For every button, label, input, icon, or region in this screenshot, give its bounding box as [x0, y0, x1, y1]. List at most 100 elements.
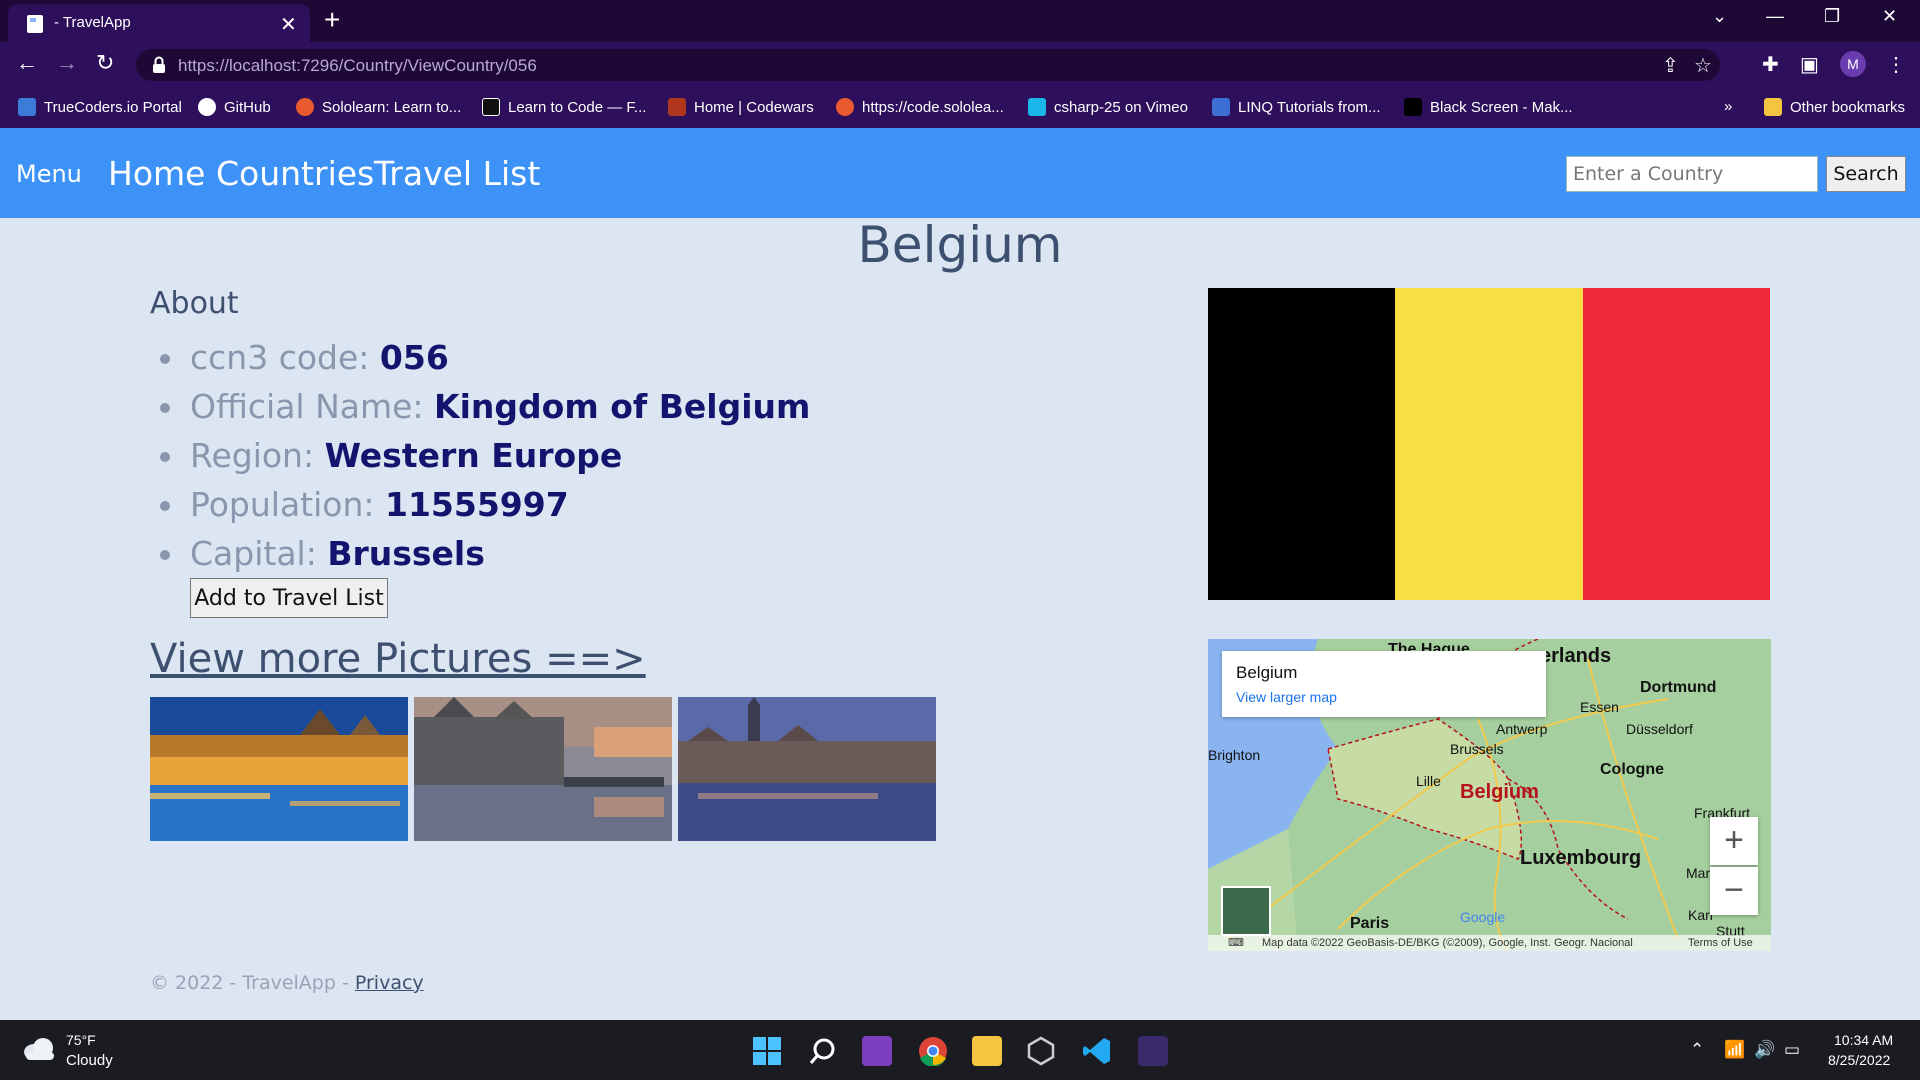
view-larger-map-link[interactable]: View larger map — [1236, 689, 1337, 705]
wifi-icon[interactable]: 📶 — [1724, 1040, 1745, 1060]
unity-icon[interactable] — [1026, 1036, 1056, 1066]
file-explorer-icon[interactable] — [972, 1036, 1002, 1066]
profile-avatar[interactable]: M — [1840, 51, 1866, 77]
clock-date[interactable]: 8/25/2022 — [1828, 1052, 1890, 1068]
city-photo-2[interactable] — [414, 697, 672, 841]
side-panel-icon[interactable]: ▣ — [1800, 52, 1819, 77]
nav-home[interactable]: Home — [108, 154, 205, 193]
other-bookmarks[interactable]: Other bookmarks — [1764, 98, 1905, 116]
bookmark-black-screen[interactable]: Black Screen - Mak... — [1404, 98, 1573, 116]
fact-value: 11555997 — [385, 485, 569, 524]
map-label-brussels: Brussels — [1450, 741, 1504, 757]
more-bookmarks-icon[interactable]: » — [1724, 98, 1732, 115]
zoom-in-button[interactable]: + — [1710, 817, 1758, 865]
bookmark-label: https://code.sololea... — [862, 99, 1004, 116]
bookmark-star-icon[interactable]: ☆ — [1694, 53, 1712, 78]
terms-of-use-link[interactable]: Terms of Use — [1688, 937, 1753, 949]
clock-time[interactable]: 10:34 AM — [1834, 1032, 1893, 1048]
zoom-out-button[interactable]: − — [1710, 867, 1758, 915]
black-screen-icon — [1404, 98, 1422, 116]
bookmark-sololearn[interactable]: Sololearn: Learn to... — [296, 98, 461, 116]
bookmark-codewars[interactable]: Home | Codewars — [668, 98, 814, 116]
fact-label: Population: — [190, 485, 385, 524]
city-photo-1[interactable] — [150, 697, 408, 841]
search-button[interactable]: Search — [1826, 156, 1906, 192]
freecodecamp-icon — [482, 98, 500, 116]
bookmark-label: Sololearn: Learn to... — [322, 99, 462, 116]
bookmark-label: Black Screen - Mak... — [1430, 99, 1573, 116]
page-title: Belgium — [857, 216, 1063, 274]
fact-value: Kingdom of Belgium — [434, 387, 811, 426]
forward-icon[interactable]: → — [56, 50, 78, 76]
folder-icon — [1764, 98, 1782, 116]
privacy-link[interactable]: Privacy — [355, 972, 424, 994]
map-label-luxembourg: Luxembourg — [1520, 847, 1642, 869]
nav-travel-list[interactable]: Travel List — [374, 154, 540, 193]
visual-studio-icon[interactable] — [862, 1036, 892, 1066]
map-label-dortmund: Dortmund — [1640, 679, 1717, 696]
map-label-dusseldorf: Düsseldorf — [1626, 721, 1693, 737]
fact-value: Western Europe — [324, 436, 623, 475]
embedded-map[interactable]: The Hague erlands Dortmund Essen Antwerp… — [1208, 639, 1771, 951]
page-icon — [27, 15, 43, 33]
cloud-icon[interactable] — [22, 1036, 56, 1062]
map-label-paris: Paris — [1350, 915, 1390, 932]
tab-close-icon[interactable]: ✕ — [280, 12, 297, 37]
bookmark-vimeo[interactable]: csharp-25 on Vimeo — [1028, 98, 1188, 116]
chrome-icon[interactable] — [918, 1036, 948, 1066]
browser-tab-bar: - TravelApp ✕ + ⌄ — ❐ ✕ — [0, 0, 1920, 42]
sololearn-icon — [296, 98, 314, 116]
tab-search-icon[interactable]: ⌄ — [1712, 6, 1727, 27]
site-footer: © 2022 - TravelApp - Privacy — [150, 972, 424, 994]
bookmark-sololearn-code[interactable]: https://code.sololea... — [836, 98, 1004, 116]
back-icon[interactable]: ← — [16, 50, 38, 76]
bookmark-freecodecamp[interactable]: Learn to Code — F... — [482, 98, 646, 116]
show-hidden-icons-icon[interactable]: ⌃ — [1690, 1040, 1704, 1060]
bookmark-label: LINQ Tutorials from... — [1238, 99, 1381, 116]
nav-countries[interactable]: Countries — [216, 154, 374, 193]
battery-icon[interactable]: ▭ — [1784, 1040, 1800, 1060]
add-to-travel-list-button[interactable]: Add to Travel List — [190, 578, 388, 618]
menu-button[interactable]: Menu — [16, 160, 82, 188]
country-search-input[interactable] — [1566, 156, 1818, 192]
fact-label: Region: — [190, 436, 325, 475]
search-icon[interactable] — [808, 1036, 838, 1066]
terminal-icon[interactable] — [1138, 1036, 1168, 1066]
bookmark-label: TrueCoders.io Portal — [44, 99, 182, 116]
browser-tab[interactable]: - TravelApp ✕ — [8, 4, 310, 42]
vscode-icon[interactable] — [1082, 1036, 1112, 1066]
weather-temperature: 75°F — [66, 1032, 96, 1048]
address-bar[interactable]: https://localhost:7296/Country/ViewCount… — [136, 49, 1720, 81]
map-label-antwerp: Antwerp — [1496, 721, 1548, 737]
extensions-icon[interactable]: ✚ — [1762, 52, 1779, 77]
window-close-icon[interactable]: ✕ — [1882, 6, 1897, 27]
bookmark-label: Home | Codewars — [694, 99, 814, 116]
windows-start-icon[interactable] — [752, 1036, 782, 1066]
bookmarks-bar: TrueCoders.io Portal GitHub Sololearn: L… — [0, 88, 1920, 128]
copyright-text: © 2022 - TravelApp - — [150, 972, 355, 994]
bookmark-linq[interactable]: LINQ Tutorials from... — [1212, 98, 1381, 116]
minimize-icon[interactable]: — — [1766, 6, 1784, 27]
volume-icon[interactable]: 🔊 — [1754, 1040, 1775, 1060]
fact-value: 056 — [379, 338, 449, 377]
keyboard-icon[interactable]: ⌨ — [1228, 936, 1244, 949]
lock-icon — [153, 56, 165, 73]
flag-stripe-yellow — [1395, 288, 1583, 600]
city-photo-3[interactable] — [678, 697, 936, 841]
map-label-brighton: Brighton — [1208, 747, 1261, 763]
fact-value: Brussels — [327, 534, 485, 573]
reload-icon[interactable]: ↻ — [96, 50, 114, 76]
map-label-netherlands: erlands — [1540, 645, 1612, 667]
bookmark-truecoders[interactable]: TrueCoders.io Portal — [18, 98, 182, 116]
view-more-pictures-link[interactable]: View more Pictures ==> — [150, 636, 646, 682]
browser-menu-icon[interactable]: ⋮ — [1886, 52, 1906, 77]
map-attribution-bar: ⌨ Map data ©2022 GeoBasis-DE/BKG (©2009)… — [1208, 935, 1771, 951]
new-tab-button[interactable]: + — [324, 4, 340, 36]
restore-icon[interactable]: ❐ — [1824, 6, 1840, 27]
map-attribution: Map data ©2022 GeoBasis-DE/BKG (©2009), … — [1262, 937, 1633, 949]
map-label-cologne: Cologne — [1600, 761, 1664, 778]
share-icon[interactable]: ⇪ — [1662, 53, 1679, 78]
bookmark-github[interactable]: GitHub — [198, 98, 271, 116]
weather-condition: Cloudy — [66, 1052, 113, 1069]
fact-label: Official Name: — [190, 387, 435, 426]
